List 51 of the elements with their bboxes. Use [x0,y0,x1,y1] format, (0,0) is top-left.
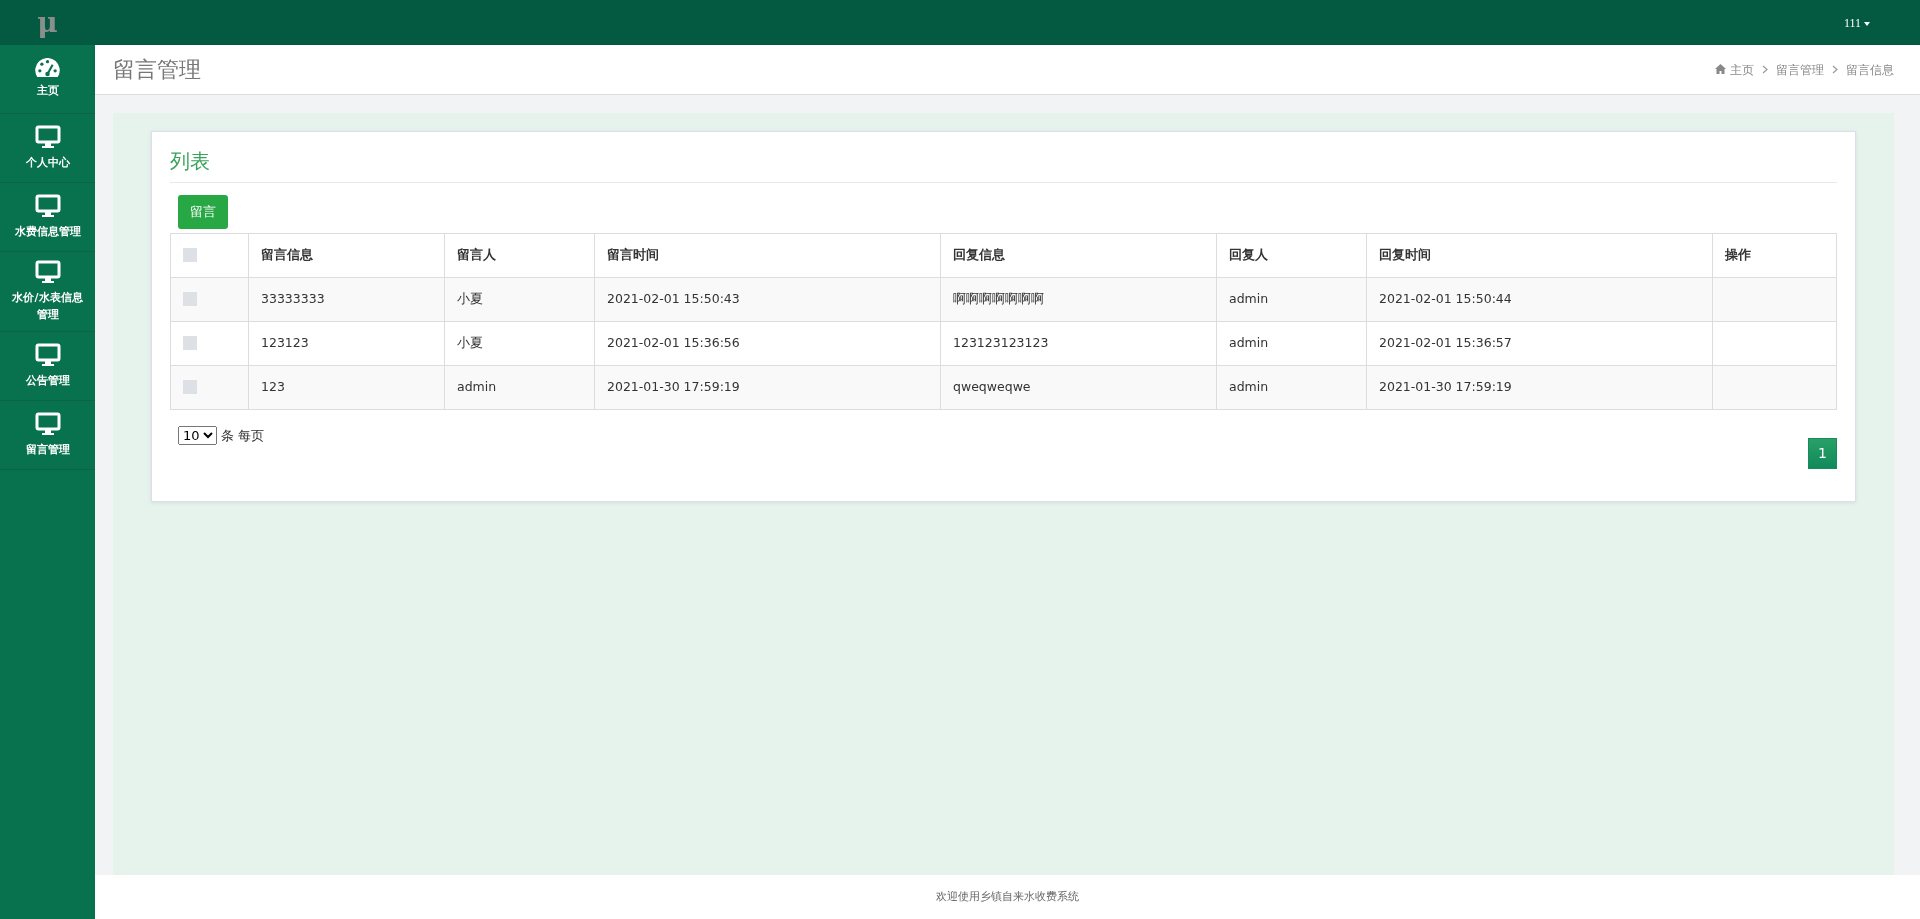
column-header: 回复时间 [1366,233,1713,277]
column-header: 回复人 [1216,233,1367,277]
table-cell: 123123 [248,321,445,365]
column-header: 操作 [1712,233,1837,277]
footer-text: 欢迎使用乡镇自来水收费系统 [936,888,1079,905]
table-cell: 33333333 [248,277,445,321]
table-cell: qweqweqwe [940,365,1217,409]
page-button[interactable]: 1 [1808,437,1837,469]
monitor-icon [34,411,61,436]
add-button[interactable]: 留言 [178,195,228,229]
column-header: 留言时间 [594,233,941,277]
table-cell: 123123123123 [940,321,1217,365]
chevron-icon [1832,65,1838,74]
breadcrumb-link[interactable]: 留言管理 [1776,60,1824,79]
logo: μ [37,4,58,41]
gauge-icon [35,58,60,78]
monitor-icon [34,260,61,284]
page-size-select[interactable]: 10 [178,425,217,445]
table-cell: admin [1216,321,1367,365]
monitor-icon [34,342,61,367]
card-title: 列表 [170,146,1837,183]
checkbox[interactable] [183,248,197,263]
column-header: 留言信息 [248,233,445,277]
chevron-icon [1762,65,1768,74]
page-size-label: 条 每页 [221,426,265,445]
table-cell: admin [1216,277,1367,321]
page-title: 留言管理 [113,56,201,84]
monitor-icon [34,124,61,149]
table-cell: admin [1216,365,1367,409]
monitor-icon [34,193,61,218]
table-cell: 2021-01-30 17:59:19 [1366,365,1713,409]
table-cell: 2021-02-01 15:36:56 [594,321,941,365]
table-cell: 123 [248,365,445,409]
column-header: 留言人 [444,233,595,277]
breadcrumb-link[interactable]: 主页 [1715,60,1754,79]
breadcrumb-link[interactable]: 留言信息 [1846,60,1894,79]
home-icon [1715,63,1726,74]
table-cell: 2021-01-30 17:59:19 [594,365,941,409]
caret-icon [1864,21,1870,26]
table-cell: 小夏 [444,277,595,321]
checkbox[interactable] [183,380,197,395]
checkbox[interactable] [183,336,197,351]
table-cell: 啊啊啊啊啊啊啊 [940,277,1217,321]
user-menu[interactable]: 111 [1837,12,1876,33]
table-cell: 2021-02-01 15:36:57 [1366,321,1713,365]
table-cell: 小夏 [444,321,595,365]
checkbox[interactable] [183,292,197,307]
table-cell: 2021-02-01 15:50:44 [1366,277,1713,321]
table-cell: 2021-02-01 15:50:43 [594,277,941,321]
table-cell: admin [444,365,595,409]
column-header: 回复信息 [940,233,1217,277]
